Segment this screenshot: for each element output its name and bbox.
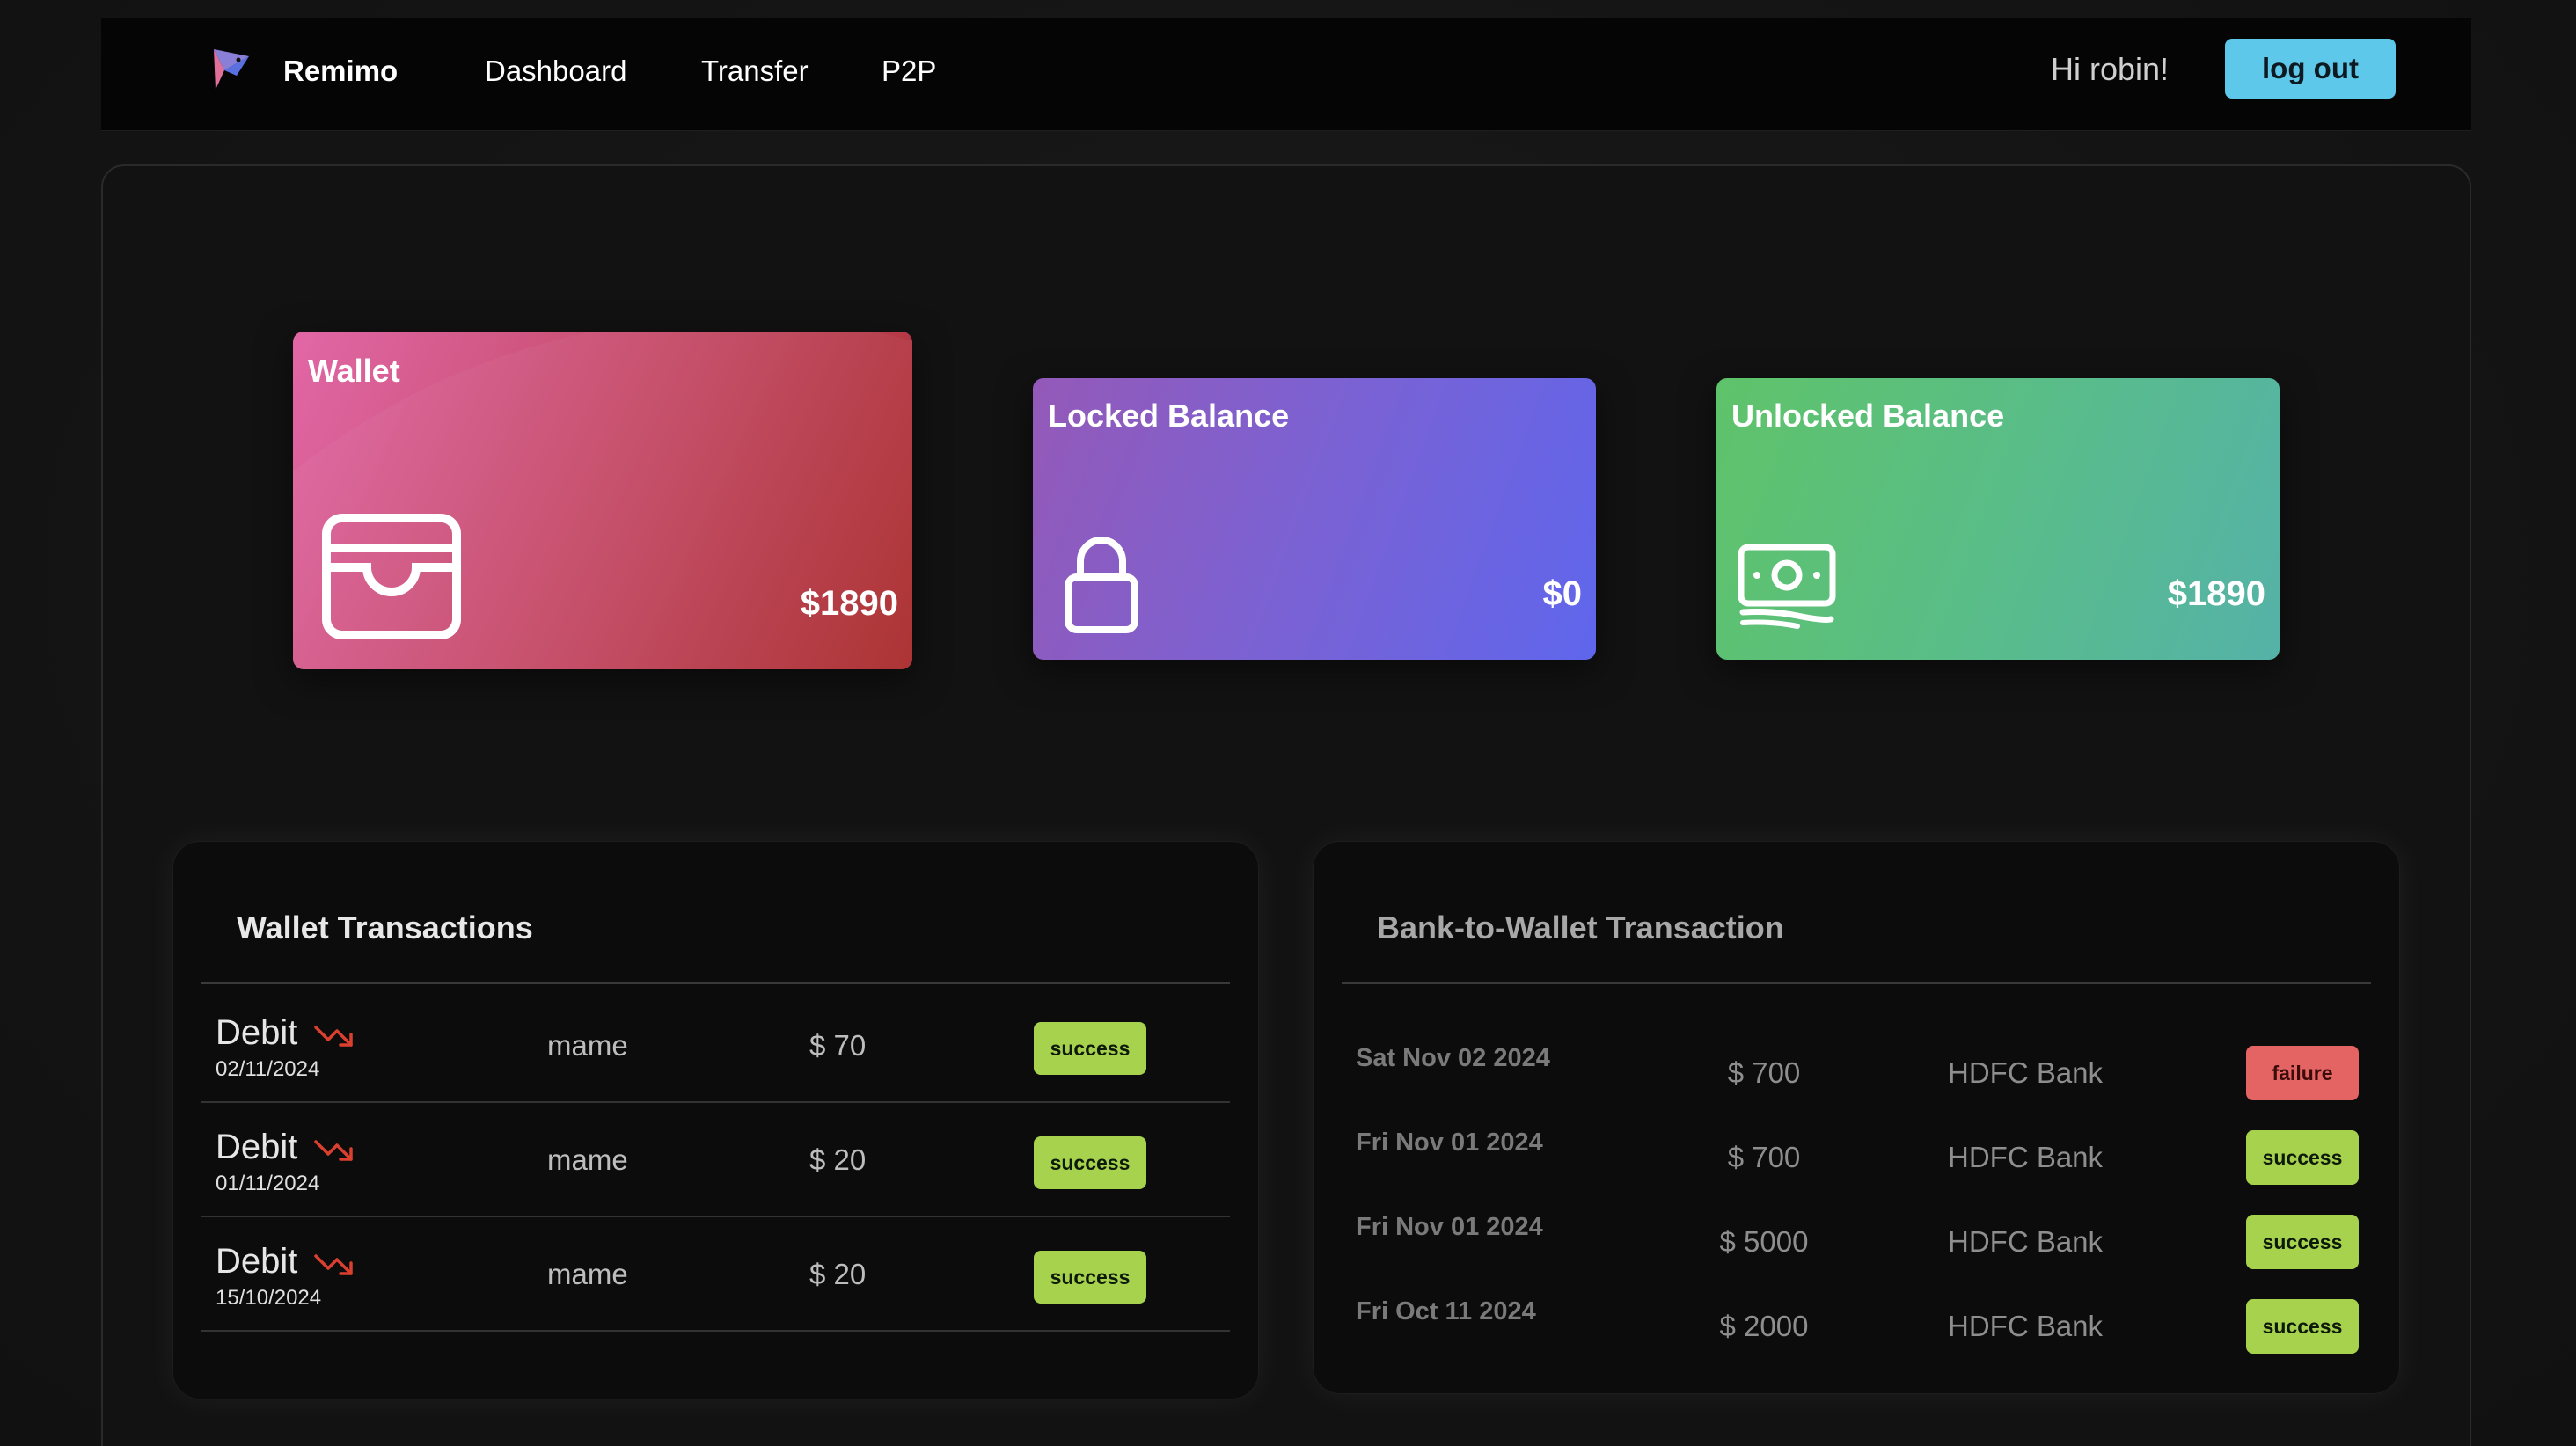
nav-p2p[interactable]: P2P	[882, 55, 936, 88]
wallet-card-title: Wallet	[308, 353, 400, 389]
trending-down-icon	[314, 1026, 353, 1047]
transaction-date: Fri Oct 11 2024	[1356, 1297, 1536, 1326]
wallet-card: Wallet $1890	[293, 332, 912, 669]
transaction-name: mame	[547, 1143, 628, 1176]
lock-icon	[1065, 537, 1138, 633]
status-badge: success	[1034, 1022, 1146, 1075]
transaction-amount: $ 2000	[1719, 1310, 1809, 1342]
unlocked-balance-card: Unlocked Balance $1890	[1716, 378, 2280, 660]
bank-transaction-row: Sat Nov 02 2024 $ 700 HDFC Bank failure	[1342, 1023, 2371, 1107]
transaction-date: Sat Nov 02 2024	[1356, 1044, 1550, 1072]
bank-transaction-row: Fri Nov 01 2024 $ 5000 HDFC Bank success	[1342, 1192, 2371, 1276]
bank-name: HDFC Bank	[1948, 1141, 2104, 1173]
transaction-amount: $ 20	[809, 1143, 867, 1176]
trending-down-icon	[314, 1254, 353, 1275]
transaction-type: Debit	[216, 1013, 298, 1052]
locked-balance: $0	[1542, 574, 1583, 613]
divider	[1342, 982, 2371, 984]
status-badge: success	[2246, 1130, 2359, 1185]
trending-down-icon	[314, 1140, 353, 1161]
wallet-balance: $1890	[800, 584, 898, 623]
wallet-transaction-row: Debit 15/10/2024 mame $ 20 success	[201, 1217, 1230, 1332]
nav-dashboard[interactable]: Dashboard	[485, 55, 626, 88]
bank-name: HDFC Bank	[1948, 1310, 2104, 1342]
transaction-date: Fri Nov 01 2024	[1356, 1128, 1543, 1157]
cash-icon	[1738, 544, 1836, 629]
bank-transactions-title: Bank-to-Wallet Transaction	[1377, 909, 1784, 946]
locked-balance-card: Locked Balance $0	[1033, 378, 1596, 660]
wallet-transactions-title: Wallet Transactions	[237, 909, 533, 946]
transaction-amount: $ 5000	[1719, 1225, 1809, 1258]
user-greeting: Hi robin!	[2051, 51, 2170, 87]
status-badge: success	[1034, 1136, 1146, 1189]
transaction-type: Debit	[216, 1242, 298, 1281]
logout-button[interactable]: log out	[2225, 39, 2396, 99]
bank-name: HDFC Bank	[1948, 1225, 2104, 1258]
transaction-amount: $ 70	[809, 1029, 867, 1062]
status-badge: failure	[2246, 1046, 2359, 1100]
transaction-type: Debit	[216, 1128, 298, 1166]
page: Remimo Dashboard Transfer P2P Hi robin! …	[0, 0, 2576, 1446]
bank-transaction-row: Fri Nov 01 2024 $ 700 HDFC Bank success	[1342, 1107, 2371, 1192]
unlocked-card-title: Unlocked Balance	[1731, 398, 2005, 434]
wallet-transaction-row: Debit 01/11/2024 mame $ 20 success	[201, 1103, 1230, 1217]
top-navbar: Remimo Dashboard Transfer P2P Hi robin! …	[101, 18, 2471, 131]
unlocked-balance: $1890	[2167, 574, 2265, 613]
status-badge: success	[2246, 1215, 2359, 1269]
transaction-date: Fri Nov 01 2024	[1356, 1213, 1543, 1241]
nav-transfer[interactable]: Transfer	[701, 55, 809, 88]
transaction-amount: $ 20	[809, 1258, 867, 1290]
transaction-date: 15/10/2024	[216, 1286, 322, 1310]
bank-transactions-panel: Bank-to-Wallet Transaction Sat Nov 02 20…	[1314, 842, 2399, 1393]
transaction-amount: $ 700	[1727, 1141, 1801, 1173]
locked-card-title: Locked Balance	[1048, 398, 1290, 434]
bank-name: HDFC Bank	[1948, 1056, 2104, 1089]
divider	[201, 982, 1230, 984]
bank-transaction-row: Fri Oct 11 2024 $ 2000 HDFC Bank success	[1342, 1276, 2371, 1361]
wallet-transactions-panel: Wallet Transactions Debit 02/11/2024 mam…	[173, 842, 1258, 1399]
status-badge: success	[1034, 1251, 1146, 1304]
transaction-date: 02/11/2024	[216, 1057, 320, 1081]
wallet-transaction-row: Debit 02/11/2024 mame $ 70 success	[201, 989, 1230, 1103]
brand-name[interactable]: Remimo	[283, 55, 398, 88]
transaction-date: 01/11/2024	[216, 1172, 320, 1195]
transaction-amount: $ 700	[1727, 1056, 1801, 1089]
transaction-name: mame	[547, 1029, 628, 1062]
status-badge: success	[2246, 1299, 2359, 1354]
wallet-icon	[322, 514, 461, 639]
transaction-name: mame	[547, 1258, 628, 1290]
logo-icon[interactable]	[207, 44, 256, 93]
